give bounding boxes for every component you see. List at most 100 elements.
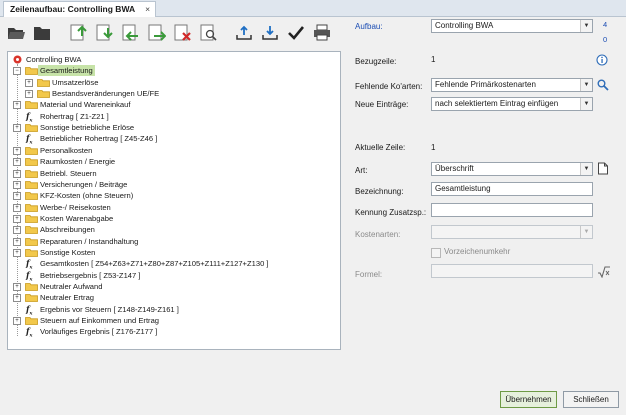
tab-zeilenaufbau[interactable]: Zeilenaufbau: Controlling BWA ×: [3, 1, 157, 17]
bezugzeile-label: Bezugzeile:: [355, 57, 397, 66]
export-up-icon[interactable]: [234, 22, 254, 42]
expand-icon[interactable]: +: [13, 180, 21, 189]
neue-eintraege-select[interactable]: nach selektiertem Eintrag einfügen ▼: [431, 97, 593, 111]
vorzeichenumkehr-checkbox[interactable]: [431, 248, 441, 258]
tree-item[interactable]: + Umsatzerlöse: [8, 77, 338, 88]
tree-item[interactable]: fx Betriebsergebnis [ Z53-Z147 ]: [8, 270, 338, 283]
search-doc-icon[interactable]: [198, 22, 218, 42]
confirm-check-icon[interactable]: [286, 22, 306, 42]
expand-icon[interactable]: +: [13, 101, 21, 110]
tree-item[interactable]: + Neutraler Ertrag: [8, 292, 338, 303]
folder-icon: [25, 191, 38, 201]
expand-icon[interactable]: +: [13, 294, 21, 303]
new-document-icon[interactable]: [597, 162, 609, 175]
kostenarten-select: ▼: [431, 225, 593, 239]
insert-below-icon[interactable]: [94, 22, 114, 42]
import-down-icon[interactable]: [260, 22, 280, 42]
tree-item[interactable]: fx Vorläufiges Ergebnis [ Z176-Z177 ]: [8, 326, 338, 339]
uebernehmen-button[interactable]: Übernehmen: [500, 391, 557, 408]
tree-item-label: Material und Wareneinkauf: [40, 100, 131, 110]
folder-icon: [25, 237, 38, 246]
folder-icon: [25, 316, 38, 325]
tree-item[interactable]: + Sonstige betriebliche Erlöse: [8, 122, 338, 133]
expand-icon[interactable]: +: [13, 124, 21, 133]
expand-icon[interactable]: +: [13, 169, 21, 178]
search-icon[interactable]: [597, 79, 609, 91]
kennung-input[interactable]: [431, 203, 593, 217]
tree-item[interactable]: + Personalkosten: [8, 145, 338, 156]
formel-label: Formel:: [355, 270, 383, 279]
tree-item[interactable]: + Bestandsveränderungen UE/FE: [8, 88, 338, 99]
structure-tree[interactable]: Controlling BWA − Gesamtleistung + Umsatzerl…: [7, 51, 341, 350]
tab-title: Zeilenaufbau: Controlling BWA: [10, 4, 136, 14]
tree-item-label: Vorläufiges Ergebnis [ Z176-Z177 ]: [40, 327, 158, 337]
tree-root-label: Controlling BWA: [26, 55, 82, 64]
folder-icon[interactable]: [32, 22, 52, 42]
tab-close-icon[interactable]: ×: [145, 2, 150, 17]
fehlende-select[interactable]: Fehlende Primärkostenarten ▼: [431, 78, 593, 92]
neue-eintraege-label: Neue Einträge:: [355, 100, 409, 109]
bezeichnung-label: Bezeichnung:: [355, 187, 404, 196]
tree-item-label: Reparaturen / Instandhaltung: [40, 236, 139, 246]
move-right-icon[interactable]: [146, 22, 166, 42]
tree-item[interactable]: + Material und Wareneinkauf: [8, 99, 338, 110]
folder-icon: [25, 203, 38, 212]
expand-icon[interactable]: +: [13, 237, 21, 246]
tree-item[interactable]: + Raumkosten / Energie: [8, 156, 338, 167]
sqrt-formula-icon[interactable]: [597, 266, 611, 279]
tree-item-label: Personalkosten: [40, 145, 93, 155]
expand-icon[interactable]: +: [13, 158, 21, 167]
expand-icon[interactable]: +: [13, 214, 21, 223]
tree-item-label: Neutraler Aufwand: [40, 282, 103, 291]
fehlende-label: Fehlende Ko'arten:: [355, 82, 423, 91]
art-select[interactable]: Überschrift ▼: [431, 162, 593, 176]
expand-icon[interactable]: +: [13, 192, 21, 201]
expand-icon[interactable]: +: [13, 283, 21, 291]
tree-item[interactable]: fx Rohertrag [ Z1-Z21 ]: [8, 111, 338, 124]
tree-item-label: Betrieblicher Rohertrag [ Z45-Z46 ]: [40, 134, 158, 144]
expand-icon[interactable]: +: [13, 203, 21, 212]
tree-item[interactable]: + Neutraler Aufwand: [8, 281, 338, 292]
tree-item[interactable]: fx Gesamtkosten [ Z54+Z63+Z71+Z80+Z87+Z10…: [8, 258, 338, 271]
info-icon[interactable]: [596, 54, 608, 66]
tree-item[interactable]: + Reparaturen / Instandhaltung: [8, 236, 338, 247]
tree-item[interactable]: + Abschreibungen: [8, 224, 338, 235]
insert-above-icon[interactable]: [68, 22, 88, 42]
tree-item[interactable]: + Versicherungen / Beiträge: [8, 179, 338, 190]
move-left-icon[interactable]: [120, 22, 140, 42]
tree-item-label: Werbe-/ Reisekosten: [40, 202, 111, 212]
art-label: Art:: [355, 166, 368, 175]
tree-item-label: Steuern auf Einkommen und Ertrag: [40, 316, 160, 326]
aufbau-value: Controlling BWA: [435, 21, 494, 30]
tree-item[interactable]: + Werbe-/ Reisekosten: [8, 202, 338, 213]
print-icon[interactable]: [312, 22, 332, 42]
folder-icon: [25, 282, 38, 291]
tree-item[interactable]: fx Betrieblicher Rohertrag [ Z45-Z46 ]: [8, 133, 338, 146]
folder-open-icon[interactable]: [6, 22, 26, 42]
kennung-label: Kennung Zusatzsp.:: [355, 208, 427, 217]
tree-item[interactable]: + Steuern auf Einkommen und Ertrag: [8, 315, 338, 326]
tree-item-label: Neutraler Ertrag: [40, 293, 95, 303]
tree-item-label: Bestandsveränderungen UE/FE: [52, 89, 160, 99]
bezeichnung-input[interactable]: Gesamtleistung: [431, 182, 593, 196]
neue-eintraege-value: nach selektiertem Eintrag einfügen: [435, 99, 559, 108]
delete-row-icon[interactable]: [172, 22, 192, 42]
art-value: Überschrift: [435, 164, 474, 173]
tree-item[interactable]: + Sonstige Kosten: [8, 247, 338, 258]
expand-icon[interactable]: +: [13, 226, 21, 235]
expand-icon[interactable]: +: [13, 146, 21, 155]
tree-item-label: Ergebnis vor Steuern [ Z148-Z149-Z161 ]: [40, 304, 179, 314]
expand-icon[interactable]: +: [13, 317, 21, 326]
aufbau-select[interactable]: Controlling BWA ▼: [431, 19, 593, 33]
expand-icon[interactable]: +: [13, 248, 21, 257]
expand-icon[interactable]: +: [25, 90, 33, 99]
tree-item[interactable]: + Betriebl. Steuern: [8, 168, 338, 179]
tree-item[interactable]: + Kosten Warenabgabe: [8, 213, 338, 224]
schliessen-button[interactable]: Schließen: [563, 391, 619, 408]
tree-item[interactable]: − Gesamtleistung: [8, 65, 338, 77]
expand-icon[interactable]: +: [25, 78, 33, 87]
tree-item-label: Gesamtkosten [ Z54+Z63+Z71+Z80+Z87+Z105+…: [40, 259, 269, 269]
collapse-icon[interactable]: −: [13, 67, 21, 76]
tree-item[interactable]: fx Ergebnis vor Steuern [ Z148-Z149-Z161 …: [8, 304, 338, 317]
tree-item[interactable]: + KFZ-Kosten (ohne Steuern): [8, 190, 338, 201]
